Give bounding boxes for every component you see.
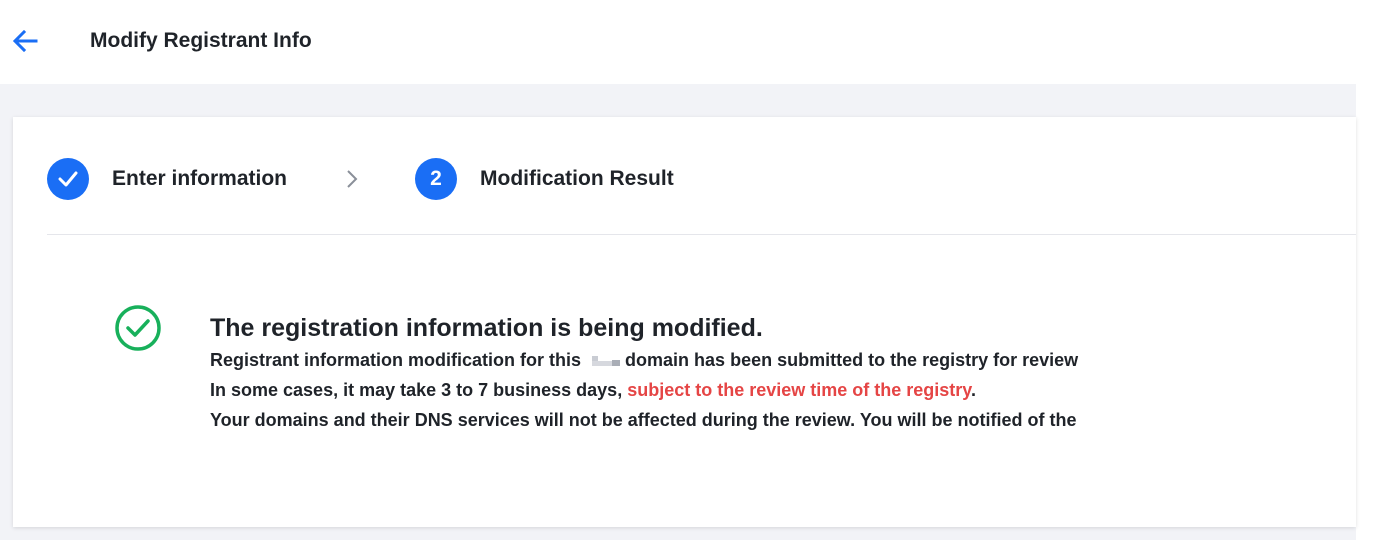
step-2-number: 2 — [430, 167, 442, 190]
steps-divider — [47, 234, 1356, 235]
success-check-circle-icon — [115, 305, 161, 351]
page-header: Modify Registrant Info — [0, 0, 1356, 84]
result-line-1-end: domain has been submitted to the registr… — [625, 350, 1079, 370]
steps-bar: Enter information 2 Modification Result — [47, 157, 674, 201]
step-2-circle: 2 — [415, 158, 458, 200]
back-button[interactable] — [8, 26, 42, 56]
result-line-3: Your domains and their DNS services will… — [210, 410, 1077, 430]
step-1-label: Enter information — [112, 167, 288, 190]
result-title: The registration information is being mo… — [210, 314, 763, 342]
step-2-label: Modification Result — [480, 167, 674, 190]
arrow-left-icon — [12, 30, 38, 52]
result-line-1: Registrant information modification for … — [210, 345, 1356, 375]
right-edge — [1356, 0, 1374, 540]
review-time-highlight: subject to the review time of the regist… — [627, 380, 971, 400]
step-separator — [345, 168, 359, 190]
content-card: Enter information 2 Modification Result … — [13, 117, 1356, 527]
result-line-2-end: . — [970, 380, 976, 400]
result-line-2: In some cases, it may take 3 to 7 busine… — [210, 375, 1356, 405]
result-line-1-start: Registrant information modification for … — [210, 350, 582, 370]
chevron-right-icon — [347, 170, 358, 188]
result-text: The registration information is being mo… — [210, 311, 1356, 435]
step-1-circle — [47, 158, 89, 200]
page: Modify Registrant Info Enter information… — [0, 0, 1374, 540]
check-icon — [58, 171, 78, 187]
page-title: Modify Registrant Info — [90, 29, 312, 52]
masked-domain — [586, 355, 621, 367]
result-line-2-start: In some cases, it may take 3 to 7 busine… — [210, 380, 628, 400]
